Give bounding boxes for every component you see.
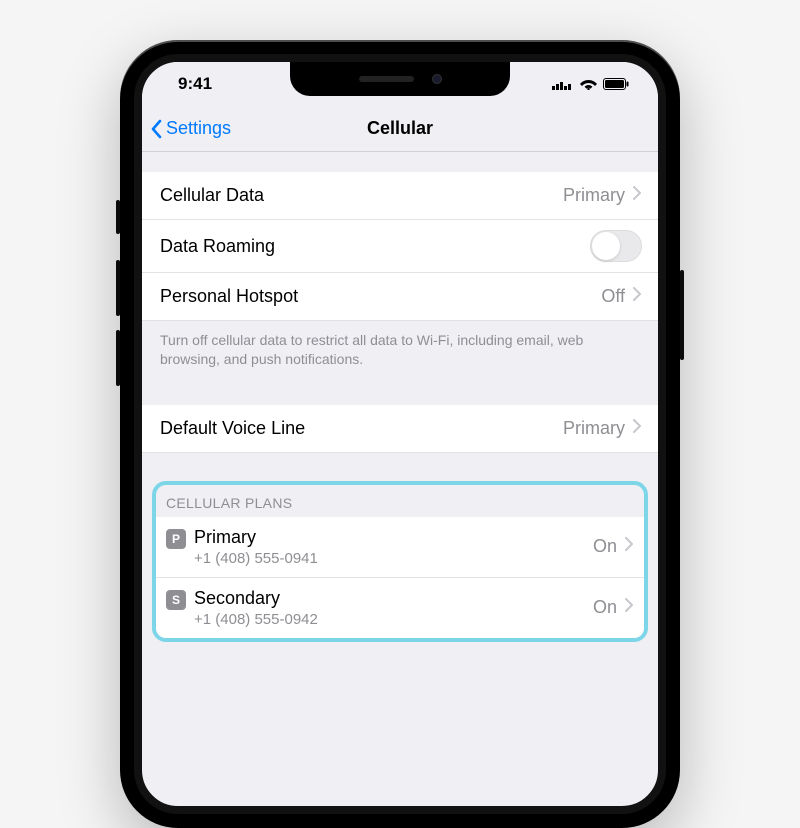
volume-down-button xyxy=(116,330,120,386)
mute-switch xyxy=(116,200,120,234)
plan-secondary-text: Secondary +1 (408) 555-0942 xyxy=(194,588,318,628)
plan-secondary-status: On xyxy=(593,597,617,618)
row-default-voice-line[interactable]: Default Voice Line Primary xyxy=(142,405,658,453)
dual-signal-icon xyxy=(552,78,574,90)
cellular-data-label: Cellular Data xyxy=(160,185,264,206)
plan-badge-icon: S xyxy=(166,590,186,610)
row-plan-secondary[interactable]: S Secondary +1 (408) 555-0942 On xyxy=(156,578,644,638)
plan-secondary-name: Secondary xyxy=(194,588,318,609)
chevron-right-icon xyxy=(625,537,634,556)
row-plan-primary[interactable]: P Primary +1 (408) 555-0941 On xyxy=(156,517,644,578)
nav-bar: Settings Cellular xyxy=(142,106,658,152)
volume-up-button xyxy=(116,260,120,316)
personal-hotspot-label: Personal Hotspot xyxy=(160,286,298,307)
plan-badge-icon: P xyxy=(166,529,186,549)
default-voice-value: Primary xyxy=(563,418,625,439)
chevron-left-icon xyxy=(150,119,162,139)
chevron-right-icon xyxy=(633,419,642,438)
plan-secondary-number: +1 (408) 555-0942 xyxy=(194,611,318,628)
back-button[interactable]: Settings xyxy=(142,118,231,139)
plan-secondary-left: S Secondary +1 (408) 555-0942 xyxy=(166,588,318,628)
data-roaming-label: Data Roaming xyxy=(160,236,275,257)
front-camera xyxy=(432,74,442,84)
back-label: Settings xyxy=(166,118,231,139)
personal-hotspot-value: Off xyxy=(601,286,625,307)
row-personal-hotspot[interactable]: Personal Hotspot Off xyxy=(142,273,658,321)
plan-primary-left: P Primary +1 (408) 555-0941 xyxy=(166,527,318,567)
plan-primary-name: Primary xyxy=(194,527,318,548)
cellular-footer-text: Turn off cellular data to restrict all d… xyxy=(142,321,658,373)
cellular-data-value: Primary xyxy=(563,185,625,206)
status-indicators xyxy=(552,78,636,90)
data-roaming-switch[interactable] xyxy=(590,230,642,262)
chevron-right-icon xyxy=(633,287,642,306)
plan-primary-text: Primary +1 (408) 555-0941 xyxy=(194,527,318,567)
group-cellular: Cellular Data Primary Data Roaming Perso… xyxy=(142,172,658,373)
power-button xyxy=(680,270,684,360)
chevron-right-icon xyxy=(633,186,642,205)
content: Cellular Data Primary Data Roaming Perso… xyxy=(142,172,658,642)
speaker-grille xyxy=(359,76,414,82)
cellular-plans-highlight: CELLULAR PLANS P Primary +1 (408) 555-09… xyxy=(152,481,648,642)
screen: 9:41 xyxy=(134,54,666,814)
status-time: 9:41 xyxy=(164,74,212,94)
phone-frame: 9:41 xyxy=(120,40,680,828)
notch xyxy=(290,62,510,96)
battery-icon xyxy=(603,78,630,90)
group-voice: Default Voice Line Primary xyxy=(142,405,658,453)
row-cellular-data[interactable]: Cellular Data Primary xyxy=(142,172,658,220)
plan-primary-status: On xyxy=(593,536,617,557)
switch-knob xyxy=(592,232,620,260)
chevron-right-icon xyxy=(625,598,634,617)
cellular-plans-header: CELLULAR PLANS xyxy=(156,485,644,517)
default-voice-label: Default Voice Line xyxy=(160,418,305,439)
wifi-icon xyxy=(580,78,597,90)
row-data-roaming[interactable]: Data Roaming xyxy=(142,220,658,273)
plan-primary-number: +1 (408) 555-0941 xyxy=(194,550,318,567)
